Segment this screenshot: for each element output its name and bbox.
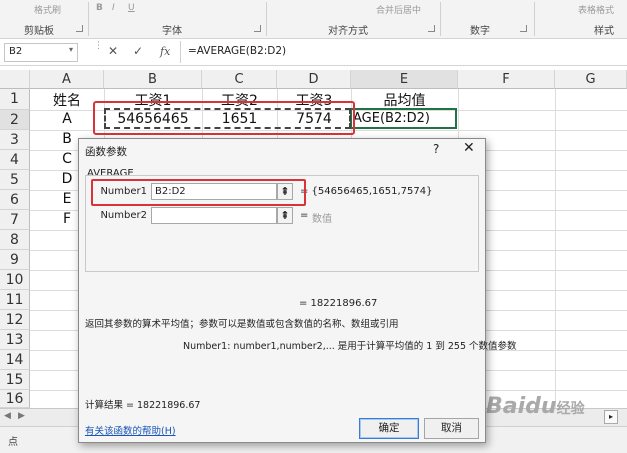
highlight-annotation — [93, 101, 355, 135]
row-header[interactable]: 3 — [0, 130, 30, 150]
column-header-d[interactable]: D — [277, 70, 351, 89]
column-header-e[interactable]: E — [351, 70, 458, 89]
row-header[interactable]: 11 — [0, 290, 30, 310]
font-launcher-icon[interactable] — [254, 25, 261, 32]
group-label-alignment: 对齐方式 — [328, 26, 368, 37]
column-header-g[interactable]: G — [555, 70, 627, 89]
number2-input[interactable] — [151, 207, 277, 224]
number-launcher-icon[interactable] — [520, 25, 527, 32]
scroll-right-icon[interactable]: ▶ — [18, 411, 25, 421]
confirm-entry-icon[interactable]: ✓ — [133, 44, 143, 58]
result-preview: = 18221896.67 — [299, 298, 378, 309]
cell-e1[interactable]: 品均值 — [351, 90, 458, 110]
insert-function-icon[interactable]: fx — [160, 45, 170, 58]
ribbon-divider — [88, 2, 89, 36]
close-button[interactable]: ✕ — [463, 140, 475, 156]
status-mode: 点 — [8, 437, 18, 448]
underline-button[interactable]: U — [128, 3, 135, 13]
row-header[interactable]: 5 — [0, 170, 30, 190]
function-help-link[interactable]: 有关该函数的帮助(H) — [85, 423, 176, 437]
ribbon: 格式刷 B I U 合并后居中 表格格式 剪贴板 字体 对齐方式 数字 样式 — [0, 0, 627, 39]
calculation-result: 计算结果 = 18221896.67 — [85, 400, 201, 411]
number2-collapse-icon[interactable]: ⇞ — [277, 207, 293, 224]
number2-equals: = — [300, 210, 309, 221]
function-arguments-dialog[interactable]: 函数参数 ? ✕ AVERAGE Number1 B2:D2 ⇞ = {5465… — [78, 138, 517, 443]
name-box[interactable]: B2 ▾ — [4, 43, 78, 62]
scroll-left-icon[interactable]: ◀ — [4, 411, 11, 421]
number2-hint: 数值 — [312, 214, 332, 225]
number1-result: = {54656465,1651,7574} — [300, 186, 433, 197]
column-header-a[interactable]: A — [30, 70, 104, 89]
row-header[interactable]: 9 — [0, 250, 30, 270]
row-header[interactable]: 12 — [0, 310, 30, 330]
select-all-corner[interactable] — [0, 70, 30, 89]
row-header[interactable]: 8 — [0, 230, 30, 250]
row-header[interactable]: 6 — [0, 190, 30, 210]
format-painter-button[interactable]: 格式刷 — [34, 3, 61, 16]
group-label-number: 数字 — [470, 26, 490, 37]
formula-bar-divider — [180, 41, 181, 63]
formula-input[interactable]: =AVERAGE(B2:D2) — [188, 45, 286, 57]
row-header[interactable]: 14 — [0, 350, 30, 370]
ribbon-divider — [266, 2, 267, 36]
help-button[interactable]: ? — [433, 142, 439, 156]
gridline — [555, 89, 556, 408]
argument-help: Number1: number1,number2,... 是用于计算平均值的 1… — [183, 341, 517, 352]
row-header[interactable]: 4 — [0, 150, 30, 170]
baidu-watermark: Baidu经验 — [486, 394, 585, 419]
name-box-value: B2 — [9, 46, 23, 57]
italic-button[interactable]: I — [112, 3, 115, 13]
row-header[interactable]: 1 — [0, 89, 30, 110]
column-header-c[interactable]: C — [202, 70, 277, 89]
group-label-clipboard: 剪贴板 — [24, 26, 54, 37]
merge-center-button[interactable]: 合并后居中 — [376, 3, 421, 16]
active-cell-border — [350, 108, 457, 129]
hscroll-right-icon[interactable]: ▸ — [604, 410, 618, 424]
ribbon-divider — [440, 2, 441, 36]
watermark-suffix: 经验 — [556, 401, 585, 417]
number2-label: Number2 — [100, 210, 147, 221]
chevron-down-icon[interactable]: ▾ — [69, 45, 73, 54]
bold-button[interactable]: B — [96, 3, 103, 13]
row-header[interactable]: 7 — [0, 210, 30, 230]
watermark-text: Baidu — [486, 394, 557, 419]
dialog-title: 函数参数 — [85, 146, 127, 158]
ribbon-divider — [534, 2, 535, 36]
row-header[interactable]: 10 — [0, 270, 30, 290]
cancel-button[interactable]: 取消 — [424, 418, 479, 439]
alignment-launcher-icon[interactable] — [428, 25, 435, 32]
column-header-f[interactable]: F — [458, 70, 555, 89]
clipboard-launcher-icon[interactable] — [76, 25, 83, 32]
column-header-b[interactable]: B — [104, 70, 202, 89]
group-label-styles: 样式 — [594, 26, 614, 37]
row-header[interactable]: 2 — [0, 110, 30, 130]
cancel-entry-icon[interactable]: ✕ — [108, 44, 118, 58]
more-icon: ⋮ — [94, 41, 103, 51]
row-header[interactable]: 16 — [0, 390, 30, 408]
table-format-button[interactable]: 表格格式 — [578, 3, 614, 16]
group-label-font: 字体 — [162, 26, 182, 37]
function-description: 返回其参数的算术平均值；参数可以是数值或包含数值的名称、数组或引用 — [85, 319, 399, 330]
highlight-annotation — [91, 179, 306, 206]
row-header[interactable]: 13 — [0, 330, 30, 350]
row-header[interactable]: 15 — [0, 370, 30, 390]
ok-button[interactable]: 确定 — [359, 418, 419, 439]
